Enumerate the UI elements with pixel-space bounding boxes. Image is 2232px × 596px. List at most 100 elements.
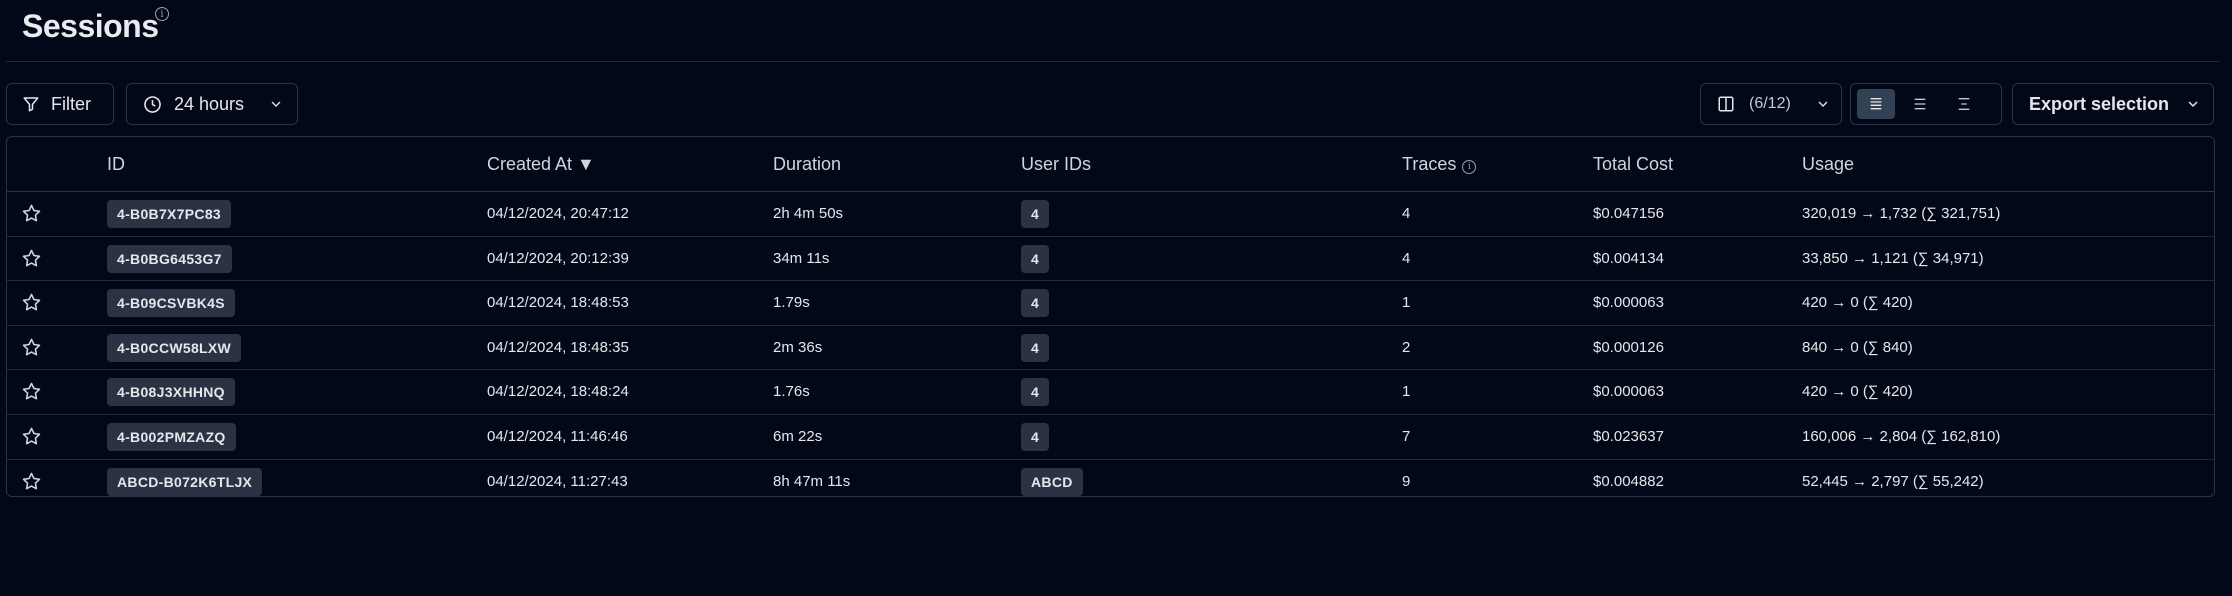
session-id-badge[interactable]: 4-B002PMZAZQ (107, 423, 236, 451)
user-id-badge[interactable]: 4 (1021, 423, 1050, 451)
user-id-badge[interactable]: 4 (1021, 289, 1050, 318)
usage-cell: 320,019 → 1,732 (∑ 321,751) (1802, 205, 2001, 222)
menu-icon (1914, 98, 1926, 110)
traces-cell: 9 (1402, 472, 1411, 490)
session-id-badge[interactable]: 4-B0CCW58LXW (107, 333, 242, 362)
clock-icon (144, 95, 161, 113)
density-normal-button[interactable] (1901, 89, 1939, 119)
duration-cell: 1.79s (773, 294, 810, 312)
user-id-badge[interactable]: ABCD (1021, 467, 1083, 496)
session-id-cell: 4-B0CCW58LXW (107, 326, 242, 370)
column-header-traces[interactable]: Traces i (1402, 137, 1477, 191)
table-row[interactable]: 4-B0B7X7PC83 04/12/2024, 20:47:12 2h 4m 50… (7, 192, 2214, 237)
session-id-badge[interactable]: ABCD-B072K6TLJX (107, 467, 263, 496)
table-body: 4-B0B7X7PC83 04/12/2024, 20:47:12 2h 4m 50… (7, 192, 2214, 496)
traces-cell: 1 (1402, 294, 1411, 312)
star-icon (22, 204, 41, 222)
traces-cell: 4 (1402, 205, 1411, 222)
column-header-traces-label: Traces (1402, 154, 1457, 174)
star-button[interactable] (21, 381, 42, 403)
table-row[interactable]: 4-B09CSVBK4S 04/12/2024, 18:48:53 1.79s 4 1 $… (7, 281, 2214, 326)
star-icon (22, 427, 41, 445)
session-id-cell: 4-B0BG6453G7 (107, 237, 232, 281)
time-range-select[interactable]: 24 hours (126, 83, 298, 125)
column-header-total-cost[interactable]: Total Cost (1593, 137, 1673, 191)
session-id-badge[interactable]: 4-B08J3XHHNQ (107, 378, 235, 407)
session-id-badge[interactable]: 4-B0B7X7PC83 (107, 200, 231, 229)
density-compact-button[interactable] (1945, 89, 1983, 119)
page-title: Sessions (22, 8, 159, 44)
star-icon (22, 293, 41, 311)
user-id-badge[interactable]: 4 (1021, 333, 1050, 362)
columns-button[interactable]: (6/12) (1700, 83, 1842, 125)
created-at-cell: 04/12/2024, 11:27:43 (487, 472, 628, 490)
duration-cell: 2m 36s (773, 338, 823, 356)
star-icon (22, 383, 41, 400)
star-button[interactable] (21, 248, 42, 270)
table-row[interactable]: 4-B0BG6453G7 04/12/2024, 20:12:39 34m 11s 4… (7, 237, 2214, 282)
row-density-toggle (1850, 83, 2002, 125)
user-ids-cell: ABCD (1021, 460, 1083, 496)
total-cost-cell: $0.004882 (1593, 472, 1664, 490)
column-header-duration[interactable]: Duration (773, 137, 841, 191)
filter-button[interactable]: Filter (6, 83, 114, 125)
user-id-badge[interactable]: 4 (1021, 244, 1050, 273)
column-header-created-at[interactable]: Created At ▼ (487, 137, 595, 191)
column-header-user-ids[interactable]: User IDs (1021, 137, 1091, 191)
total-cost-cell: $0.004134 (1593, 249, 1664, 267)
table-row[interactable]: 4-B0CCW58LXW 04/12/2024, 18:48:35 2m 36s 4 2… (7, 326, 2214, 371)
created-at-cell: 04/12/2024, 18:48:53 (487, 294, 629, 312)
total-cost-cell: $0.023637 (1593, 427, 1664, 445)
session-id-cell: 4-B08J3XHHNQ (107, 370, 235, 414)
user-ids-cell: 4 (1021, 192, 1050, 236)
created-at-cell: 04/12/2024, 20:47:12 (487, 205, 629, 222)
star-button[interactable] (21, 426, 42, 448)
export-selection-button[interactable]: Export selection (2012, 83, 2214, 125)
session-id-cell: ABCD-B072K6TLJX (107, 460, 263, 496)
total-cost-cell: $0.000063 (1593, 294, 1664, 312)
info-icon[interactable]: i (1462, 160, 1477, 174)
column-header-usage[interactable]: Usage (1802, 137, 1854, 191)
traces-cell: 7 (1402, 427, 1411, 445)
filter-icon (23, 97, 39, 112)
chevron-down-icon (2188, 101, 2198, 108)
star-icon (22, 249, 41, 267)
user-id-badge[interactable]: 4 (1021, 378, 1050, 407)
chevron-down-icon (271, 101, 281, 107)
traces-cell: 4 (1402, 249, 1411, 267)
export-label: Export selection (2029, 93, 2170, 114)
table-row[interactable]: 4-B002PMZAZQ 04/12/2024, 11:46:46 6m 22s 4 7… (7, 415, 2214, 460)
created-at-cell: 04/12/2024, 18:48:35 (487, 338, 629, 356)
total-cost-cell: $0.000063 (1593, 383, 1664, 401)
session-id-cell: 4-B0B7X7PC83 (107, 192, 231, 236)
usage-cell: 420 → 0 (∑ 420) (1802, 294, 1913, 312)
star-button[interactable] (21, 203, 42, 225)
duration-cell: 2h 4m 50s (773, 205, 844, 222)
duration-cell: 1.76s (773, 383, 810, 401)
star-button[interactable] (21, 471, 42, 493)
session-id-badge[interactable]: 4-B0BG6453G7 (107, 244, 232, 273)
star-icon (22, 338, 41, 356)
user-ids-cell: 4 (1021, 415, 1050, 459)
user-ids-cell: 4 (1021, 370, 1050, 414)
table-row[interactable]: ABCD-B072K6TLJX 04/12/2024, 11:27:43 8h 47… (7, 460, 2214, 496)
user-ids-cell: 4 (1021, 237, 1050, 281)
table-row[interactable]: 4-B08J3XHHNQ 04/12/2024, 18:48:24 1.76s 4 1 $… (7, 370, 2214, 415)
info-icon[interactable]: i (155, 7, 169, 21)
chevron-down-icon (1818, 101, 1828, 107)
page-header: Sessions i (0, 0, 2232, 62)
user-id-badge[interactable]: 4 (1021, 200, 1050, 229)
traces-cell: 1 (1402, 383, 1411, 401)
filter-label: Filter (51, 93, 91, 114)
usage-cell: 840 → 0 (∑ 840) (1802, 338, 1913, 356)
session-id-badge[interactable]: 4-B09CSVBK4S (107, 289, 235, 318)
usage-cell: 52,445 → 2,797 (∑ 55,242) (1802, 472, 1984, 490)
column-header-id[interactable]: ID (107, 137, 125, 191)
compact-rows-icon (1958, 98, 1970, 110)
star-button[interactable] (21, 337, 42, 359)
star-button[interactable] (21, 292, 42, 314)
user-ids-cell: 4 (1021, 281, 1050, 325)
toolbar: Filter 24 hours (6/12) Export selection (0, 62, 2232, 136)
columns-icon (1718, 96, 1734, 112)
density-comfortable-button[interactable] (1857, 89, 1895, 119)
